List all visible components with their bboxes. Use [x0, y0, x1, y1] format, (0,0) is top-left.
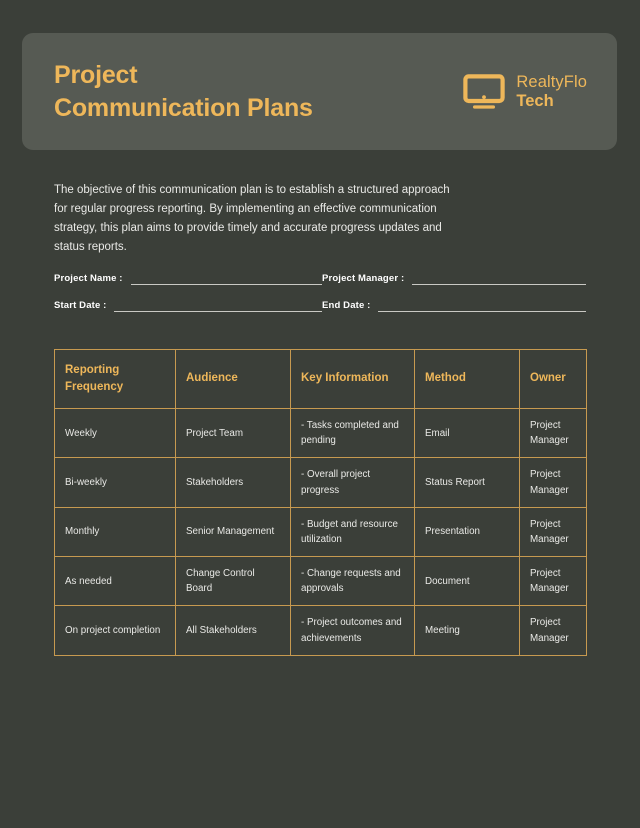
column-header-reporting-frequency: Reporting Frequency	[54, 349, 176, 409]
start-date-input[interactable]	[114, 301, 322, 312]
cell-method: Document	[414, 556, 520, 607]
table-row: Weekly Project Team - Tasks completed an…	[54, 407, 587, 459]
table-header-row: Reporting Frequency Audience Key Informa…	[54, 349, 587, 409]
cell-owner: Project Manager	[519, 457, 587, 508]
cell-audience: Senior Management	[175, 506, 291, 558]
field-label: Start Date :	[54, 300, 107, 311]
brand-logo: RealtyFlo Tech	[463, 73, 587, 111]
cell-key-information: - Change requests and approvals	[290, 556, 415, 607]
table-row: Bi-weekly Stakeholders - Overall project…	[54, 457, 587, 508]
field-project-name: Project Name :	[54, 273, 322, 285]
cell-owner: Project Manager	[519, 556, 587, 607]
cell-method: Email	[414, 407, 520, 459]
field-label: Project Manager :	[322, 273, 405, 284]
table-row: On project completion All Stakeholders -…	[54, 605, 587, 656]
cell-key-information: - Budget and resource utilization	[290, 506, 415, 558]
field-label: Project Name :	[54, 273, 123, 284]
table-row: Monthly Senior Management - Budget and r…	[54, 506, 587, 558]
brand-name: RealtyFlo	[516, 72, 587, 91]
cell-frequency: Bi-weekly	[54, 457, 176, 508]
brand-text: RealtyFlo Tech	[516, 73, 587, 111]
cell-method: Presentation	[414, 506, 520, 558]
page-title: Project Communication Plans	[54, 59, 313, 125]
cell-key-information: - Tasks completed and pending	[290, 407, 415, 459]
field-project-manager: Project Manager :	[322, 273, 586, 285]
form-row: Start Date : End Date :	[54, 300, 586, 312]
cell-frequency: Monthly	[54, 506, 176, 558]
column-header-audience: Audience	[175, 349, 291, 409]
communication-plan-table: Reporting Frequency Audience Key Informa…	[54, 349, 587, 656]
field-end-date: End Date :	[322, 300, 586, 312]
cell-key-information: - Project outcomes and achievements	[290, 605, 415, 656]
cell-audience: Stakeholders	[175, 457, 291, 508]
project-name-input[interactable]	[130, 274, 322, 285]
field-label: End Date :	[322, 300, 371, 311]
cell-owner: Project Manager	[519, 506, 587, 558]
cell-frequency: On project completion	[54, 605, 176, 656]
cell-owner: Project Manager	[519, 407, 587, 459]
field-start-date: Start Date :	[54, 300, 322, 312]
cell-frequency: Weekly	[54, 407, 176, 459]
monitor-icon	[463, 73, 506, 110]
cell-audience: Change Control Board	[175, 556, 291, 607]
cell-frequency: As needed	[54, 556, 176, 607]
cell-method: Meeting	[414, 605, 520, 656]
end-date-input[interactable]	[378, 301, 586, 312]
document-page: Project Communication Plans RealtyFlo Te…	[0, 0, 640, 828]
page-title-line1: Project	[54, 60, 138, 89]
form-row: Project Name : Project Manager :	[54, 273, 586, 285]
table-row: As needed Change Control Board - Change …	[54, 556, 587, 607]
column-header-key-information: Key Information	[290, 349, 415, 409]
intro-paragraph: The objective of this communication plan…	[54, 184, 450, 254]
cell-audience: All Stakeholders	[175, 605, 291, 656]
cell-owner: Project Manager	[519, 605, 587, 656]
cell-method: Status Report	[414, 457, 520, 508]
column-header-method: Method	[414, 349, 520, 409]
cell-audience: Project Team	[175, 407, 291, 459]
brand-sub: Tech	[516, 91, 554, 110]
column-header-owner: Owner	[519, 349, 587, 409]
header-card: Project Communication Plans RealtyFlo Te…	[22, 33, 617, 150]
cell-key-information: - Overall project progress	[290, 457, 415, 508]
project-info-form: Project Name : Project Manager : Start D…	[54, 273, 586, 327]
page-title-line2: Communication Plans	[54, 93, 313, 122]
project-manager-input[interactable]	[412, 274, 586, 285]
